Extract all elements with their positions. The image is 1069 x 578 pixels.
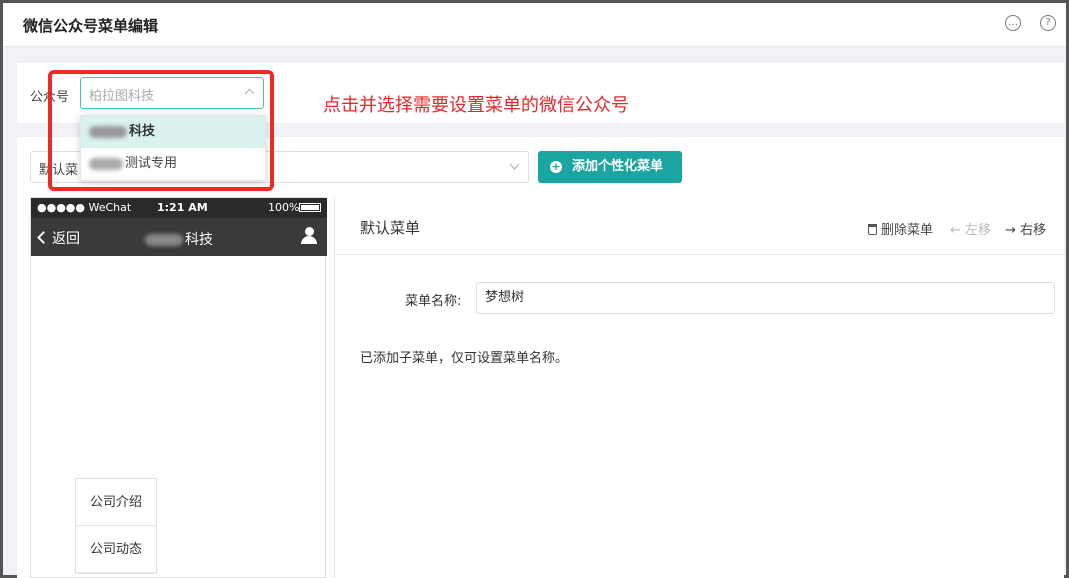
main-panel: 默认菜 + 添加个性化菜单 ●●●●● WeChat 1:21 AM 100% … — [17, 137, 1065, 578]
editor-header: 默认菜单 删除菜单 ← 左移 → 右移 — [335, 197, 1065, 255]
menu-name-input[interactable]: 梦想树 — [476, 282, 1055, 314]
phone-submenu: 公司介绍 公司动态 — [75, 478, 157, 574]
trash-icon — [868, 224, 877, 235]
annotation-text: 点击并选择需要设置菜单的微信公众号 — [323, 95, 629, 116]
chat-icon[interactable]: … — [1005, 15, 1021, 31]
page-title: 微信公众号菜单编辑 — [23, 17, 159, 35]
editor-title: 默认菜单 — [360, 219, 421, 237]
phone-preview: ●●●●● WeChat 1:21 AM 100% 返回 科技 公司介绍 公司动… — [30, 197, 327, 578]
chevron-left-icon — [37, 231, 50, 244]
move-left-button[interactable]: ← 左移 — [950, 219, 991, 238]
menu-name-label: 菜单名称: — [405, 294, 462, 309]
phone-battery: 100% — [268, 201, 300, 214]
plus-icon: + — [550, 160, 562, 173]
add-custom-menu-button[interactable]: + 添加个性化菜单 — [538, 151, 682, 183]
move-right-button[interactable]: → 右移 — [1005, 219, 1046, 238]
battery-icon — [299, 203, 321, 212]
phone-nav-bar: 返回 科技 — [31, 218, 327, 256]
menu-editor: 默认菜单 删除菜单 ← 左移 → 右移 菜单名称: 梦想树 已添加子菜单，仅可设… — [334, 197, 1065, 578]
add-custom-menu-label: 添加个性化菜单 — [572, 159, 664, 174]
submenu-item[interactable]: 公司介绍 — [76, 479, 156, 526]
delete-menu-button[interactable]: 删除菜单 — [868, 219, 933, 238]
phone-time: 1:21 AM — [157, 201, 208, 214]
chevron-down-icon — [509, 159, 520, 170]
annotation-highlight-box — [48, 70, 274, 191]
phone-carrier: ●●●●● WeChat — [37, 201, 132, 214]
phone-status-bar: ●●●●● WeChat 1:21 AM 100% — [31, 198, 327, 218]
submenu-item[interactable]: 公司动态 — [76, 526, 156, 573]
top-bar: 微信公众号菜单编辑 … ? — [3, 3, 1066, 47]
user-icon — [301, 227, 317, 245]
help-icon[interactable]: ? — [1040, 15, 1056, 31]
phone-back: 返回 — [37, 228, 80, 248]
submenu-hint: 已添加子菜单，仅可设置菜单名称。 — [360, 351, 569, 366]
phone-account-name: 科技 — [145, 229, 213, 249]
